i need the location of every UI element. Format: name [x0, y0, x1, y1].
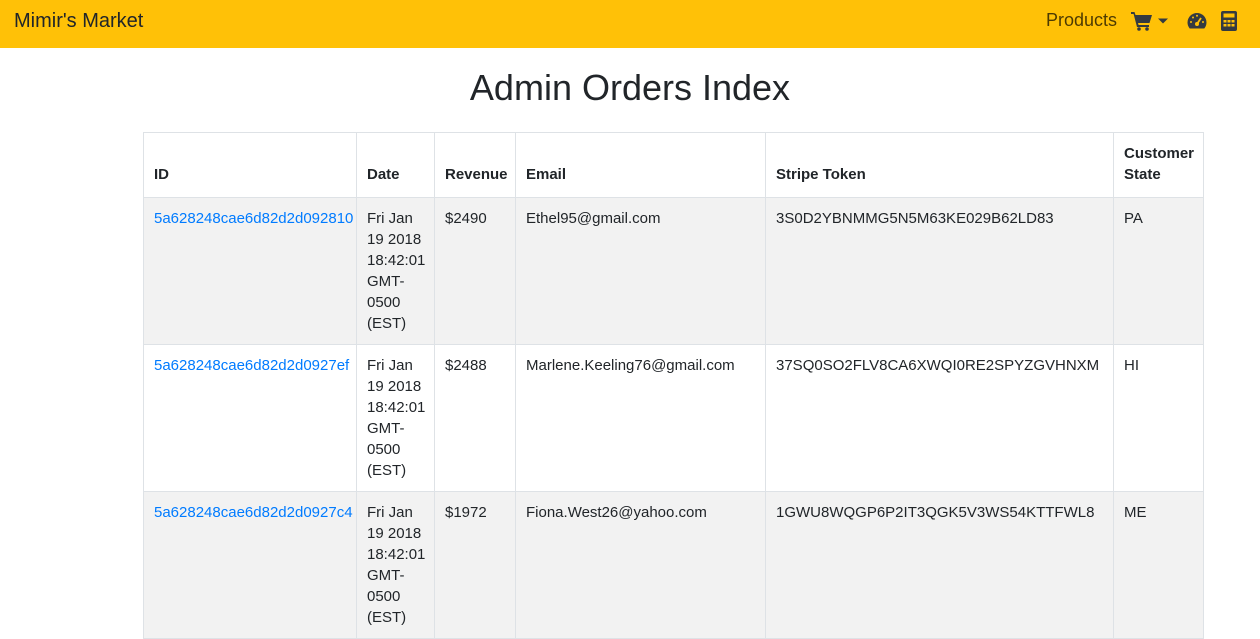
order-date-cell: Fri Jan 19 2018 18:42:01 GMT-0500 (EST) [356, 344, 435, 492]
tachometer-icon [1187, 13, 1207, 29]
order-revenue-cell: $2490 [434, 197, 516, 345]
order-date-cell: Fri Jan 19 2018 18:42:01 GMT-0500 (EST) [356, 491, 435, 639]
brand-link[interactable]: Mimir's Market [14, 9, 143, 33]
column-header-date: Date [356, 132, 435, 198]
nav-products-link[interactable]: Products [1046, 9, 1117, 31]
order-id-cell: 5a628248cae6d82d2d0927c4 [143, 491, 357, 639]
shopping-cart-icon [1131, 12, 1152, 31]
order-id-link[interactable]: 5a628248cae6d82d2d092810 [154, 210, 353, 227]
orders-table: ID Date Revenue Email Stripe Token Custo… [143, 132, 1204, 639]
order-revenue-cell: $1972 [434, 491, 516, 639]
order-customer-state-cell: ME [1113, 491, 1204, 639]
table-row: 5a628248cae6d82d2d092810 Fri Jan 19 2018… [143, 197, 1204, 345]
order-stripe-token-cell: 1GWU8WQGP6P2IT3QGK5V3WS54KTTFWL8 [765, 491, 1114, 639]
order-id-cell: 5a628248cae6d82d2d0927ef [143, 344, 357, 492]
order-email-cell: Marlene.Keeling76@gmail.com [515, 344, 766, 492]
column-header-customer-state: Customer State [1113, 132, 1204, 198]
dashboard-link[interactable] [1186, 10, 1208, 32]
order-id-link[interactable]: 5a628248cae6d82d2d0927ef [154, 357, 349, 374]
column-header-email: Email [515, 132, 766, 198]
order-email-cell: Ethel95@gmail.com [515, 197, 766, 345]
order-date-cell: Fri Jan 19 2018 18:42:01 GMT-0500 (EST) [356, 197, 435, 345]
order-revenue-cell: $2488 [434, 344, 516, 492]
order-id-link[interactable]: 5a628248cae6d82d2d0927c4 [154, 504, 353, 521]
top-navbar: Mimir's Market Products [0, 0, 1260, 48]
order-stripe-token-cell: 3S0D2YBNMMG5N5M63KE029B62LD83 [765, 197, 1114, 345]
orders-table-body: 5a628248cae6d82d2d092810 Fri Jan 19 2018… [143, 197, 1204, 639]
order-stripe-token-cell: 37SQ0SO2FLV8CA6XWQI0RE2SPYZGVHNXM [765, 344, 1114, 492]
order-email-cell: Fiona.West26@yahoo.com [515, 491, 766, 639]
orders-table-header: ID Date Revenue Email Stripe Token Custo… [143, 132, 1204, 198]
column-header-id: ID [143, 132, 357, 198]
table-row: 5a628248cae6d82d2d0927ef Fri Jan 19 2018… [143, 344, 1204, 492]
header-row: ID Date Revenue Email Stripe Token Custo… [143, 132, 1204, 198]
order-customer-state-cell: HI [1113, 344, 1204, 492]
calculator-link[interactable] [1220, 10, 1238, 32]
page-title: Admin Orders Index [469, 67, 791, 108]
column-header-stripe-token: Stripe Token [765, 132, 1114, 198]
column-header-revenue: Revenue [434, 132, 516, 198]
order-id-cell: 5a628248cae6d82d2d092810 [143, 197, 357, 345]
table-row: 5a628248cae6d82d2d0927c4 Fri Jan 19 2018… [143, 491, 1204, 639]
caret-down-icon [1158, 18, 1168, 24]
order-customer-state-cell: PA [1113, 197, 1204, 345]
calculator-icon [1221, 11, 1237, 31]
cart-dropdown-toggle[interactable] [1131, 10, 1175, 32]
